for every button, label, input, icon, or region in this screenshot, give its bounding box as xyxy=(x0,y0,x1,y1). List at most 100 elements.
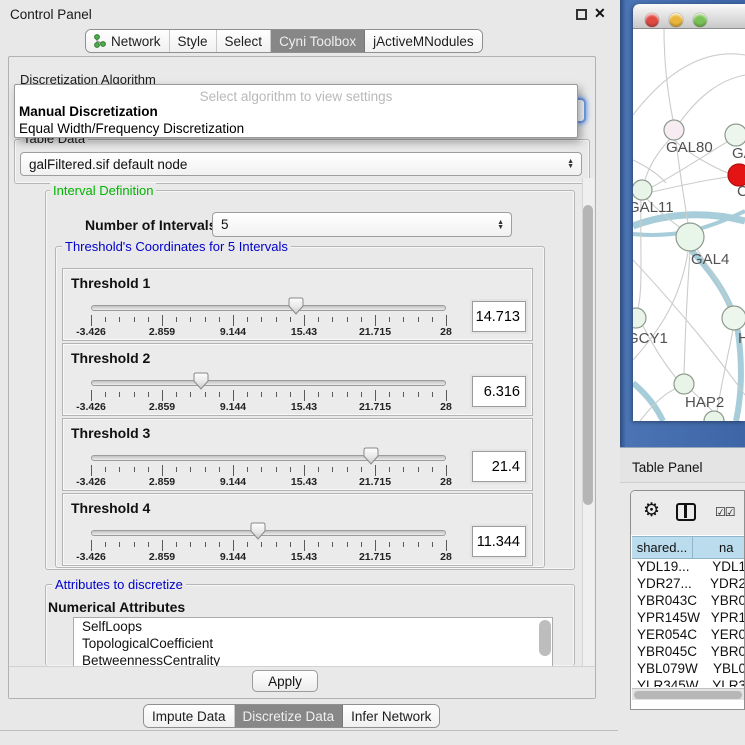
close-icon[interactable]: ✕ xyxy=(594,5,606,22)
table-row[interactable]: YDL19...YDL1 xyxy=(632,559,745,576)
slider-track[interactable] xyxy=(91,530,446,536)
tab-discretize-data[interactable]: Discretize Data xyxy=(235,705,344,727)
slider-track[interactable] xyxy=(91,305,446,311)
tick-mark xyxy=(389,392,390,397)
network-node-hap2[interactable] xyxy=(674,374,694,394)
slider-tick-labels: -3.4262.8599.14415.4321.71528 xyxy=(91,326,446,337)
table-data-combobox[interactable]: galFiltered.sif default node ▲▼ xyxy=(20,152,582,176)
threshold-value-field[interactable]: 21.4 xyxy=(472,451,526,482)
tick-label: 9.144 xyxy=(220,476,246,488)
tick-label: 2.859 xyxy=(149,326,175,338)
table-row[interactable]: YDR27...YDR2 xyxy=(632,576,745,593)
attributes-scrollbar[interactable] xyxy=(539,620,551,656)
tick-mark xyxy=(219,467,220,472)
network-window-titlebar[interactable] xyxy=(633,4,745,29)
popup-option-manual-discretization[interactable]: Manual Discretization xyxy=(19,104,158,119)
table-header-row: shared... na xyxy=(632,536,745,559)
tab-network[interactable]: Network xyxy=(86,30,170,52)
table-row[interactable]: YLR345WYLR3 xyxy=(632,678,745,687)
tick-mark xyxy=(119,317,120,322)
slider-handle[interactable] xyxy=(193,372,209,390)
minimize-traffic-light[interactable] xyxy=(669,13,683,27)
network-node-label: H xyxy=(738,330,745,347)
tick-mark xyxy=(261,317,262,322)
table-hscrollbar-thumb[interactable] xyxy=(634,691,742,699)
tab-network-label: Network xyxy=(111,34,161,49)
attribute-items: SelfLoopsTopologicalCoefficientBetweenne… xyxy=(74,618,552,667)
threshold-value-field[interactable]: 11.344 xyxy=(472,526,526,557)
tick-mark xyxy=(446,540,447,551)
numerical-attributes-list[interactable]: SelfLoopsTopologicalCoefficientBetweenne… xyxy=(73,617,553,667)
tab-impute-data[interactable]: Impute Data xyxy=(144,705,235,727)
attribute-item[interactable]: TopologicalCoefficient xyxy=(74,635,552,652)
zoom-traffic-light[interactable] xyxy=(693,13,707,27)
table-data-combobox-value: galFiltered.sif default node xyxy=(29,157,187,172)
slider-handle[interactable] xyxy=(363,447,379,465)
popup-option-equal-width-frequency[interactable]: Equal Width/Frequency Discretization xyxy=(19,121,244,136)
network-node-gcy1[interactable] xyxy=(633,308,646,328)
network-node-gal80[interactable] xyxy=(664,120,684,140)
close-traffic-light[interactable] xyxy=(645,13,659,27)
split-columns-icon[interactable] xyxy=(676,503,696,521)
slider-track[interactable] xyxy=(91,455,446,461)
select-columns-checkboxes-icon[interactable]: ☑☑ xyxy=(715,505,735,519)
tick-mark xyxy=(375,315,376,326)
attribute-item[interactable]: BetweennessCentrality xyxy=(74,652,552,667)
gear-icon[interactable]: ⚙ xyxy=(643,501,660,520)
network-node-h[interactable] xyxy=(722,306,745,330)
network-canvas[interactable]: GAL80GACGAL11GAL4GCY1HHAP2 xyxy=(633,29,745,421)
tick-label: 28 xyxy=(440,326,452,338)
cell-shared-name: YDL19... xyxy=(632,559,707,576)
tick-mark xyxy=(148,467,149,472)
tick-mark xyxy=(261,542,262,547)
tick-mark xyxy=(162,390,163,401)
network-node-gal11[interactable] xyxy=(633,180,652,200)
network-node-ga[interactable] xyxy=(725,124,745,146)
threshold-panel: Threshold 1 -3.4262.8599.14415.4321.7152… xyxy=(62,268,533,341)
tick-mark xyxy=(91,540,92,551)
tab-cyni-toolbox-label: Cyni Toolbox xyxy=(279,34,356,49)
thresholds-group-label: Threshold's Coordinates for 5 Intervals xyxy=(62,239,291,254)
tab-infer-network[interactable]: Infer Network xyxy=(343,705,439,727)
network-node-gal4[interactable] xyxy=(676,223,704,251)
cell-name: YBR0 xyxy=(706,593,745,610)
tick-mark xyxy=(105,467,106,472)
network-node[interactable] xyxy=(704,411,724,421)
slider-track[interactable] xyxy=(91,380,446,386)
table-row[interactable]: YER054CYER0 xyxy=(632,627,745,644)
threshold-value-field[interactable]: 14.713 xyxy=(472,301,526,332)
control-panel-titlebar: Control Panel ✕ xyxy=(0,0,620,28)
table-row[interactable]: YBR045CYBR0 xyxy=(632,644,745,661)
slider-handle[interactable] xyxy=(250,522,266,540)
attribute-item[interactable]: SelfLoops xyxy=(74,618,552,635)
network-node-label: GA xyxy=(732,145,745,162)
table-row[interactable]: YPR145WYPR1 xyxy=(632,610,745,627)
tick-label: 2.859 xyxy=(149,551,175,563)
tab-select[interactable]: Select xyxy=(217,30,272,52)
float-window-icon[interactable] xyxy=(576,9,587,20)
table-row[interactable]: YBR043CYBR0 xyxy=(632,593,745,610)
network-graph[interactable]: GAL80GACGAL11GAL4GCY1HHAP2 xyxy=(633,29,745,421)
column-header-shared-name[interactable]: shared... xyxy=(632,536,693,559)
column-header-name[interactable]: na xyxy=(693,536,745,559)
number-of-intervals-label: Number of Intervals xyxy=(85,217,216,233)
tick-mark xyxy=(318,467,319,472)
tick-label: 9.144 xyxy=(220,326,246,338)
slider-handle[interactable] xyxy=(288,297,304,315)
tab-jactivemnodules-label: jActiveMNodules xyxy=(373,34,474,49)
apply-button[interactable]: Apply xyxy=(252,670,318,692)
cell-shared-name: YBL079W xyxy=(632,661,708,678)
number-of-intervals-combobox[interactable]: 5 ▲▼ xyxy=(212,212,512,237)
cell-shared-name: YER054C xyxy=(632,627,706,644)
tab-style[interactable]: Style xyxy=(170,30,217,52)
threshold-value-field[interactable]: 6.316 xyxy=(472,376,526,407)
settings-scrollbar-thumb[interactable] xyxy=(583,205,593,505)
tab-cyni-toolbox[interactable]: Cyni Toolbox xyxy=(271,30,365,52)
table-row[interactable]: YBL079WYBL0 xyxy=(632,661,745,678)
tab-jactivemnodules[interactable]: jActiveMNodules xyxy=(365,30,482,52)
tick-label: 21.715 xyxy=(359,476,391,488)
table-hscrollbar-track[interactable] xyxy=(632,688,745,700)
tick-mark xyxy=(318,542,319,547)
tick-label: 15.43 xyxy=(291,551,317,563)
tick-label: 15.43 xyxy=(291,476,317,488)
